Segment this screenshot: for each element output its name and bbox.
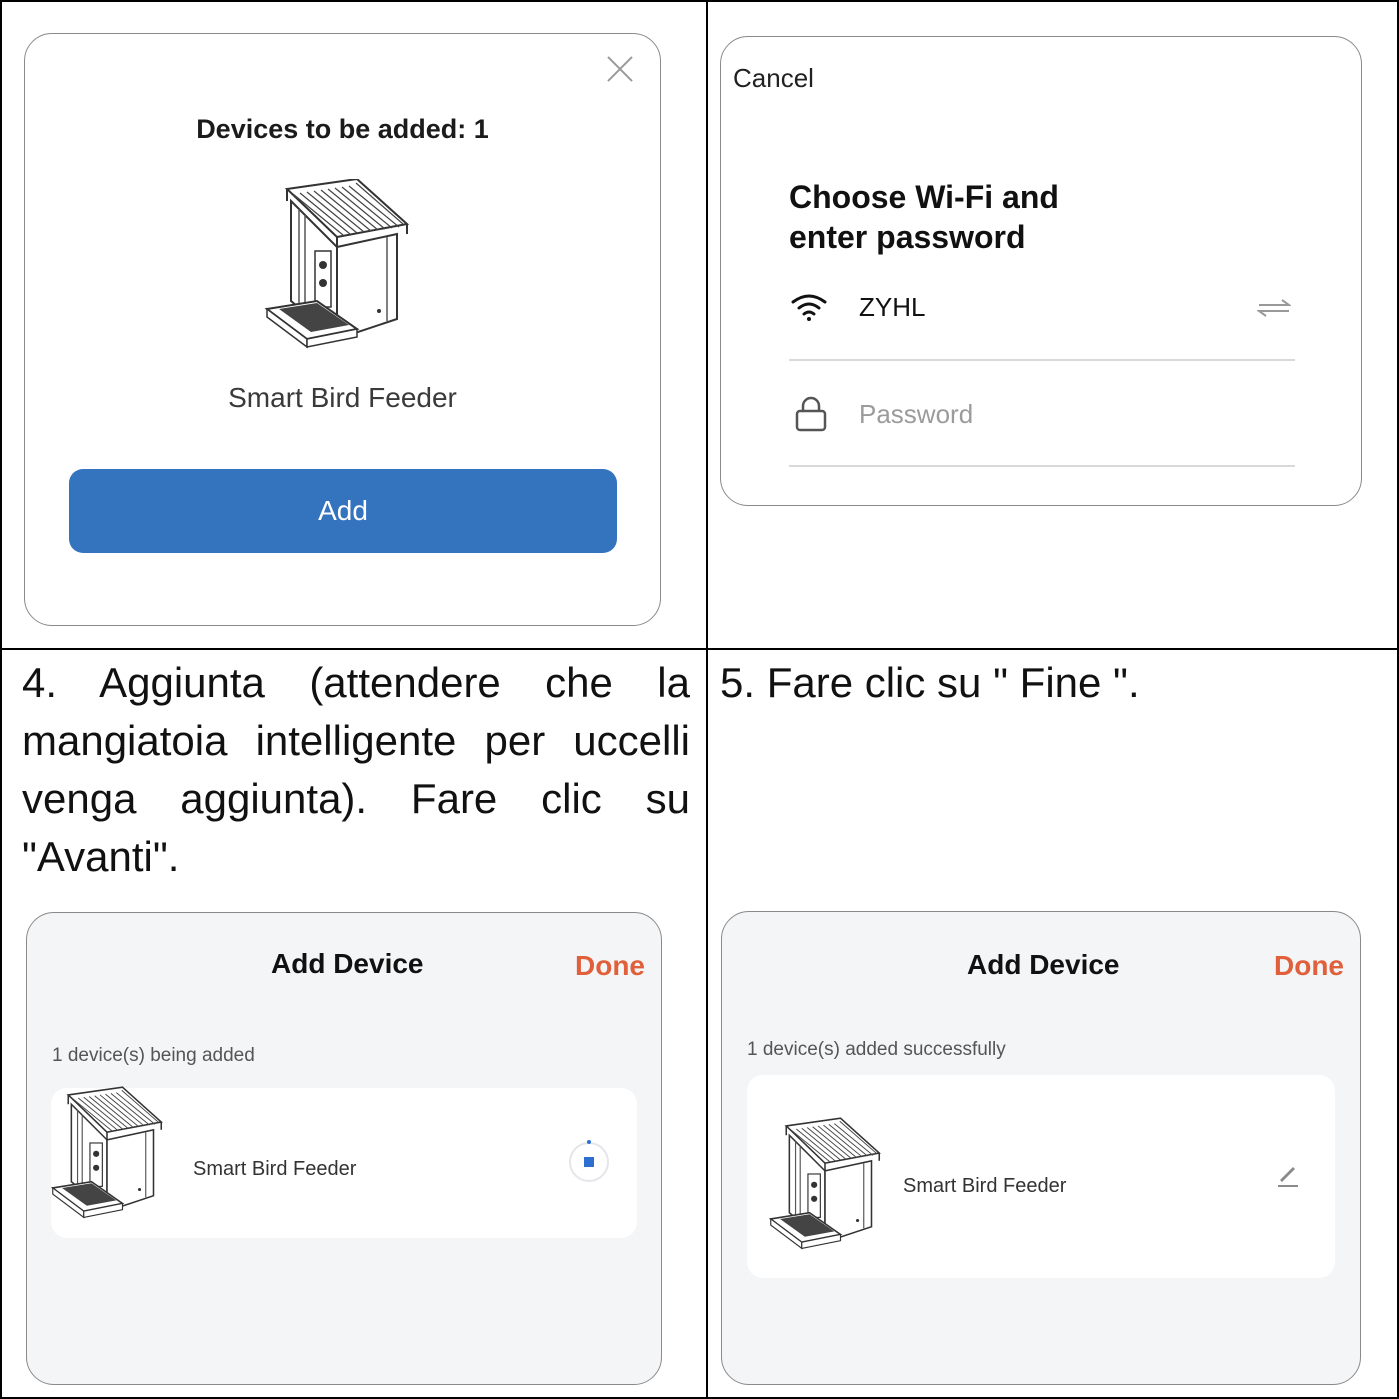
device-card: Smart Bird Feeder	[747, 1075, 1335, 1278]
bird-feeder-image	[266, 179, 408, 348]
password-input[interactable]: Password	[859, 399, 973, 430]
grid-border-left	[0, 0, 2, 1399]
bird-feeder-image	[769, 1117, 881, 1250]
wifi-title-line1: Choose Wi-Fi and	[789, 179, 1059, 215]
lock-icon	[795, 396, 827, 432]
progress-spinner-icon	[569, 1140, 609, 1182]
dialog-title: Devices to be added: 1	[196, 114, 489, 144]
done-button[interactable]: Done	[575, 950, 645, 982]
grid-divider-row	[0, 648, 1399, 650]
step-5-instruction: 5. Fare clic su " Fine ".	[720, 659, 1140, 706]
cancel-button[interactable]: Cancel	[733, 63, 814, 94]
close-icon[interactable]	[605, 54, 635, 84]
ssid-divider	[789, 359, 1295, 361]
add-device-added-panel: Add Device Done 1 device(s) added succes…	[721, 911, 1361, 1385]
bird-feeder-image	[51, 1086, 163, 1219]
grid-divider-middle	[706, 0, 708, 1399]
status-text: 1 device(s) being added	[52, 1045, 255, 1066]
confirm-dialog: Devices to be added: 1 Smart Bird Feeder…	[24, 33, 661, 626]
grid-border-top	[0, 0, 1399, 2]
wifi-icon	[791, 294, 827, 321]
switch-network-icon[interactable]	[1257, 298, 1291, 318]
device-name: Smart Bird Feeder	[903, 1175, 1067, 1197]
done-button[interactable]: Done	[1274, 950, 1344, 982]
add-device-adding-panel: Add Device Done 1 device(s) being added …	[26, 912, 662, 1385]
add-device-title: Add Device	[271, 948, 424, 979]
ssid-field[interactable]: ZYHL	[859, 292, 925, 323]
step-4-instruction: 4. Aggiunta (attendere che la mangiatoia…	[22, 659, 690, 880]
wifi-title-line2: enter password	[789, 219, 1026, 255]
add-device-title: Add Device	[967, 949, 1120, 980]
device-card: Smart Bird Feeder	[51, 1086, 637, 1238]
wifi-title: Choose Wi-Fi and enter password	[789, 177, 1059, 257]
password-divider	[789, 465, 1295, 467]
wifi-dialog: Cancel Choose Wi-Fi and enter password Z…	[720, 36, 1362, 506]
status-text: 1 device(s) added successfully	[747, 1039, 1006, 1060]
add-button[interactable]: Add	[69, 469, 617, 553]
device-name: Smart Bird Feeder	[228, 382, 457, 413]
edit-pencil-icon[interactable]	[1275, 1159, 1301, 1189]
device-name: Smart Bird Feeder	[193, 1158, 357, 1180]
